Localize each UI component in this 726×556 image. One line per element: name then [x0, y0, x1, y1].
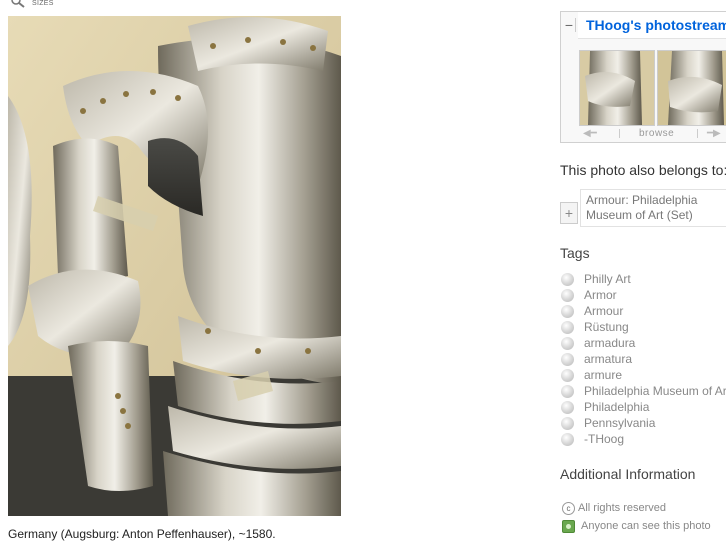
browse-link[interactable]: browse — [639, 128, 674, 139]
tags-heading: Tags — [560, 245, 590, 261]
globe-icon[interactable] — [561, 321, 574, 334]
photostream-title-link[interactable]: THoog's photostream — [586, 17, 726, 33]
tag-link[interactable]: Rüstung — [584, 320, 629, 334]
globe-icon[interactable] — [561, 305, 574, 318]
divider — [697, 129, 698, 138]
tag-link[interactable]: Philly Art — [584, 272, 631, 286]
main-photo[interactable] — [8, 16, 341, 516]
globe-icon[interactable] — [561, 401, 574, 414]
globe-icon[interactable] — [561, 433, 574, 446]
arrow-left-icon[interactable]: ◀━ — [583, 128, 597, 139]
browse-bar: ◀━ browse ━▶ — [579, 127, 726, 139]
tag-link[interactable]: armatura — [584, 352, 632, 366]
globe-icon[interactable] — [561, 289, 574, 302]
tag-link[interactable]: -THoog — [584, 432, 624, 446]
magnifier-icon — [11, 0, 25, 8]
globe-icon[interactable] — [561, 337, 574, 350]
globe-icon[interactable] — [561, 369, 574, 382]
thumbnail[interactable] — [579, 50, 655, 126]
tag-link[interactable]: Pennsylvania — [584, 416, 655, 430]
add-to-set-button[interactable]: + — [560, 202, 578, 224]
divider — [619, 129, 620, 138]
tag-link[interactable]: Armour — [584, 304, 623, 318]
tag-link[interactable]: armure — [584, 368, 622, 382]
globe-icon[interactable] — [561, 353, 574, 366]
license-text: All rights reserved — [578, 502, 667, 514]
set-label: Armour: Philadelphia Museum of Art (Set) — [586, 193, 698, 222]
all-sizes-link[interactable]: SIZES — [10, 0, 70, 10]
sizes-label: SIZES — [32, 0, 54, 7]
photostream-panel: − THoog's photostream ◀━ browse ━▶ — [560, 11, 726, 143]
arrow-right-icon[interactable]: ━▶ — [707, 128, 721, 139]
tag-link[interactable]: Philadelphia Museum of Art — [584, 384, 726, 398]
tag-link[interactable]: Armor — [584, 288, 617, 302]
globe-icon[interactable] — [561, 417, 574, 430]
globe-icon[interactable] — [561, 273, 574, 286]
photo-caption: Germany (Augsburg: Anton Peffenhauser), … — [8, 527, 276, 541]
public-icon — [562, 520, 575, 533]
set-item[interactable]: Armour: Philadelphia Museum of Art (Set) — [580, 189, 726, 227]
tag-link[interactable]: Philadelphia — [584, 400, 649, 414]
tag-link[interactable]: armadura — [584, 336, 635, 350]
privacy-text: Anyone can see this photo — [581, 520, 711, 532]
photostream-header: THoog's photostream — [578, 12, 726, 39]
sets-heading: This photo also belongs to: — [560, 162, 726, 178]
collapse-toggle[interactable]: − — [563, 18, 576, 32]
globe-icon[interactable] — [561, 385, 574, 398]
additional-info-heading: Additional Information — [560, 466, 696, 482]
thumbnail[interactable] — [657, 50, 726, 126]
copyright-icon: c — [562, 502, 575, 515]
